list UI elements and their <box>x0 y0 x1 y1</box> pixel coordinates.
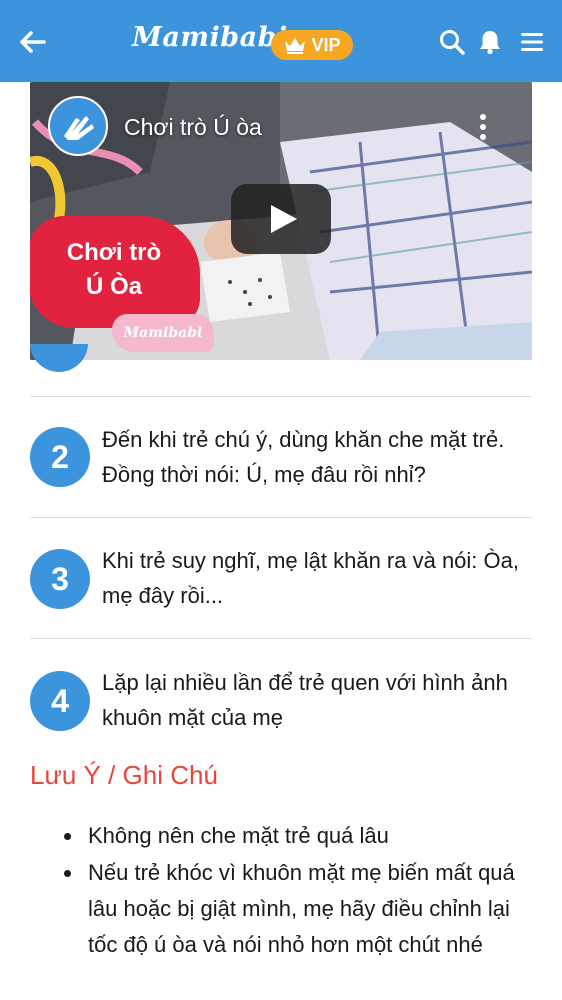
divider <box>30 396 532 397</box>
step-item-4: 4 Lặp lại nhiều lần để trẻ quen với hình… <box>30 668 532 738</box>
app-logo[interactable]: Mamibabi <box>132 22 288 53</box>
step-number: 3 <box>30 549 90 609</box>
step-item-2: 2 Đến khi trẻ chú ý, dùng khăn che mặt t… <box>30 424 532 494</box>
step-item-3: 3 Khi trẻ suy nghĩ, mẹ lật khăn ra và nó… <box>30 546 532 616</box>
sticker-line-1: Chơi trò <box>66 239 162 266</box>
notes-list: Không nên che mặt trẻ quá lâu Nếu trẻ kh… <box>62 818 542 964</box>
list-item: Nếu trẻ khóc vì khuôn mặt mẹ biến mất qu… <box>62 855 542 963</box>
step-1-circle-partial <box>30 344 88 372</box>
step-number: 4 <box>30 671 90 731</box>
more-options-icon[interactable] <box>478 112 488 142</box>
video-sticker: Chơi trò Ú Òa <box>30 216 200 328</box>
play-button[interactable] <box>231 184 331 254</box>
crown-icon <box>285 38 306 54</box>
video-title[interactable]: Chơi trò Ú òa <box>124 114 262 141</box>
video-player[interactable]: Chơi trò Ú òa Chơi trò Ú Òa Mamibabi <box>30 82 532 360</box>
vip-label: VIP <box>311 34 341 55</box>
top-header: Mamibabi VIP <box>0 0 562 82</box>
list-item: Không nên che mặt trẻ quá lâu <box>62 818 542 854</box>
bell-icon[interactable] <box>476 28 504 56</box>
notes-heading: Lưu Ý / Ghi Chú <box>30 760 218 790</box>
search-icon[interactable] <box>438 28 466 56</box>
step-text: Lặp lại nhiều lần để trẻ quen với hình ả… <box>102 670 508 730</box>
arrow-left-icon[interactable] <box>16 26 48 58</box>
hands-logo-icon <box>64 116 94 140</box>
video-brand-watermark: Mamibabi <box>112 314 214 352</box>
sticker-line-2: Ú Òa <box>85 273 142 300</box>
channel-avatar[interactable] <box>48 96 108 156</box>
step-text: Đến khi trẻ chú ý, dùng khăn che mặt trẻ… <box>102 427 505 487</box>
step-text: Khi trẻ suy nghĩ, mẹ lật khăn ra và nói:… <box>102 548 519 608</box>
step-number: 2 <box>30 427 90 487</box>
vip-badge[interactable]: VIP <box>271 30 353 60</box>
divider <box>30 638 532 639</box>
divider <box>30 517 532 518</box>
menu-icon[interactable] <box>518 28 546 56</box>
